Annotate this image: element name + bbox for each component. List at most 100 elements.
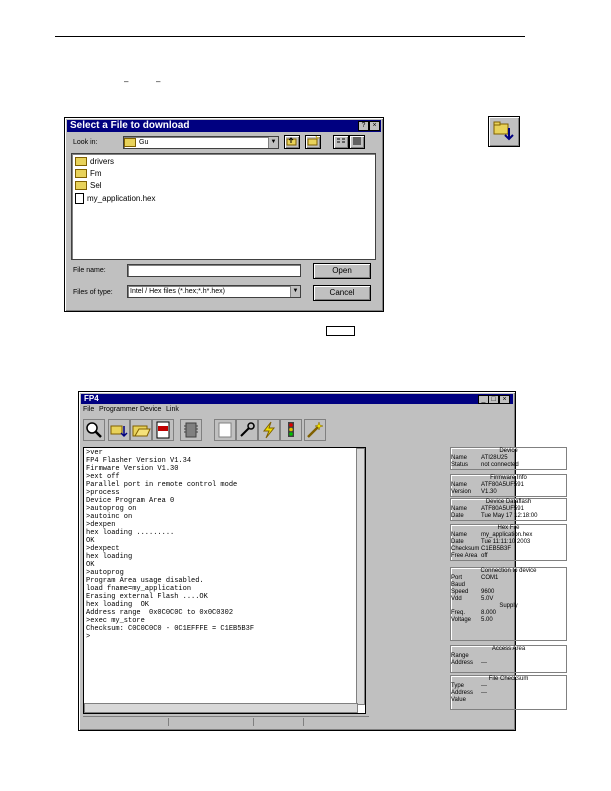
cancel-button[interactable]: Cancel (313, 285, 371, 301)
file-list[interactable]: drivers Fm Sel my_application.hex (71, 153, 376, 260)
panel-row: Name ATF80A5UF591 (451, 506, 524, 512)
traffic-light-icon[interactable] (280, 419, 302, 441)
panel-title: Hex File (497, 525, 520, 531)
fp4-title: FP4 (84, 394, 99, 403)
list-item-label: my_application.hex (87, 194, 156, 203)
panel-row: Speed 9600 (451, 589, 495, 595)
new-folder-icon[interactable] (305, 135, 321, 149)
console-line: hex loading ......... (86, 529, 175, 537)
panel-row: Address --- (451, 690, 487, 696)
console-line: Device Program Area 0 (86, 497, 175, 505)
panel-title: Device Dataflash (485, 499, 532, 505)
panel-row: Name ATF80A5UF591 (451, 482, 524, 488)
panel-title: Connection to device (480, 568, 537, 574)
panel-row: Range (451, 653, 469, 659)
fp4-titlebar: FP4 (81, 394, 513, 404)
panel-row: Date Tue May 17 12:18:00 (451, 513, 538, 519)
file-type-select[interactable]: Intel / Hex files (*.hex;*.h*.hex) ▼ (127, 285, 301, 298)
console-line: >ver (86, 449, 103, 457)
panel-row: Type --- (451, 683, 487, 689)
console-line: >autoprog on (86, 505, 137, 513)
close-button[interactable]: × (499, 395, 510, 404)
header-rule (55, 36, 525, 37)
list-item-label: drivers (90, 157, 115, 166)
console-line: OK (86, 537, 95, 545)
panel-row: Baud (451, 582, 466, 588)
panel-row: Name my_application.hex (451, 532, 533, 538)
list-item[interactable]: my_application.hex (75, 193, 156, 205)
wand-icon[interactable] (304, 419, 326, 441)
look-in-value: Gu (139, 139, 149, 146)
panel-row: Version V1.30 (451, 489, 497, 495)
menu-programmer[interactable]: Programmer (99, 406, 138, 413)
console-line: Address range 0x0C0C0C to 0x0C0302 (86, 609, 234, 617)
console-line: Firmware Version V1.30 (86, 465, 179, 473)
list-item-label: Fm (90, 169, 102, 178)
console-line: >process (86, 489, 120, 497)
panel-row: Vdd 5.0V (451, 596, 494, 602)
console-line: > (86, 633, 91, 641)
look-in-label: Look in: (73, 139, 98, 146)
console-line: >autoprog (86, 569, 124, 577)
list-item[interactable]: Sel (75, 180, 102, 191)
list-view-icon[interactable] (333, 135, 349, 149)
list-item[interactable]: Fm (75, 168, 102, 179)
select-file-dialog: Select a File to download ? × Look in: G… (64, 117, 384, 312)
console-line: load fname=my_application (86, 585, 192, 593)
panel-row: Date Tue 11:11:10 2003 (451, 539, 531, 545)
list-item-label: Sel (90, 181, 102, 190)
connection-panel: Connection to device Port COM1 Baud Speed… (450, 567, 567, 641)
download-toolbar-icon (488, 116, 520, 147)
console-line: Erasing external Flash ....OK (86, 593, 208, 601)
open-button[interactable]: Open (313, 263, 371, 279)
console-line: Checksum: C0C0C0C0 - 0C1EFFFE = C1EB5B3F (86, 625, 255, 633)
file-name-label: File name: (73, 267, 106, 274)
horizontal-scrollbar[interactable] (84, 703, 358, 713)
console-line: >dexpen (86, 521, 116, 529)
look-in-select[interactable]: Gu ▼ (123, 136, 279, 149)
panel-title: Device (499, 448, 518, 454)
console-line: hex loading OK (86, 601, 150, 609)
file-name-input[interactable] (127, 264, 301, 277)
panel-title: Access Area (491, 646, 526, 652)
panel-row: Address --- (451, 660, 487, 666)
console-line: hex loading (86, 553, 133, 561)
hex-file-icon[interactable] (152, 419, 174, 441)
maximize-button[interactable]: □ (488, 395, 499, 404)
menu-file[interactable]: File (83, 406, 94, 413)
page-dash-2: – (156, 77, 161, 86)
folder-icon (75, 157, 87, 167)
blank-icon[interactable] (214, 419, 236, 441)
menu-link[interactable]: Link (166, 406, 179, 413)
list-item[interactable]: drivers (75, 156, 114, 167)
open-folder-icon[interactable] (130, 419, 152, 441)
download-icon[interactable] (108, 419, 130, 441)
panel-row: Port COM1 (451, 575, 499, 581)
help-button[interactable]: ? (358, 121, 369, 131)
console-line: FP4 Flasher Version V1.34 (86, 457, 192, 465)
menu-device[interactable]: Device (140, 406, 161, 413)
up-one-level-icon[interactable] (284, 135, 300, 149)
console-line: OK (86, 561, 95, 569)
folder-icon (75, 181, 87, 191)
fp4-window: FP4 _ □ × File Programmer Device Link >v… (78, 391, 567, 731)
search-icon[interactable] (83, 419, 105, 441)
panel-title: File Checksum (488, 676, 529, 682)
panel-title: Firmware Info (490, 475, 527, 481)
lightning-icon[interactable] (258, 419, 280, 441)
access-area-panel: Access Area Range Address --- (450, 645, 567, 673)
details-view-icon[interactable] (349, 135, 365, 149)
close-button[interactable]: × (369, 121, 380, 131)
console-line: >exec my_store (86, 617, 145, 625)
firmware-panel: Firmware Info Name ATF80A5UF591 Version V1… (450, 474, 567, 497)
memory-chip-icon[interactable] (180, 419, 202, 441)
folder-icon (75, 169, 87, 179)
console-line: >autoinc on (86, 513, 133, 521)
hex-file-icon (75, 193, 84, 205)
chevron-down-icon[interactable]: ▼ (290, 286, 300, 297)
console-output[interactable]: >ver FP4 Flasher Version V1.34 Firmware Ve… (83, 447, 366, 714)
status-bar (83, 716, 369, 726)
vertical-scrollbar[interactable] (356, 448, 365, 705)
chevron-down-icon[interactable]: ▼ (268, 137, 278, 148)
settings-icon[interactable] (236, 419, 258, 441)
